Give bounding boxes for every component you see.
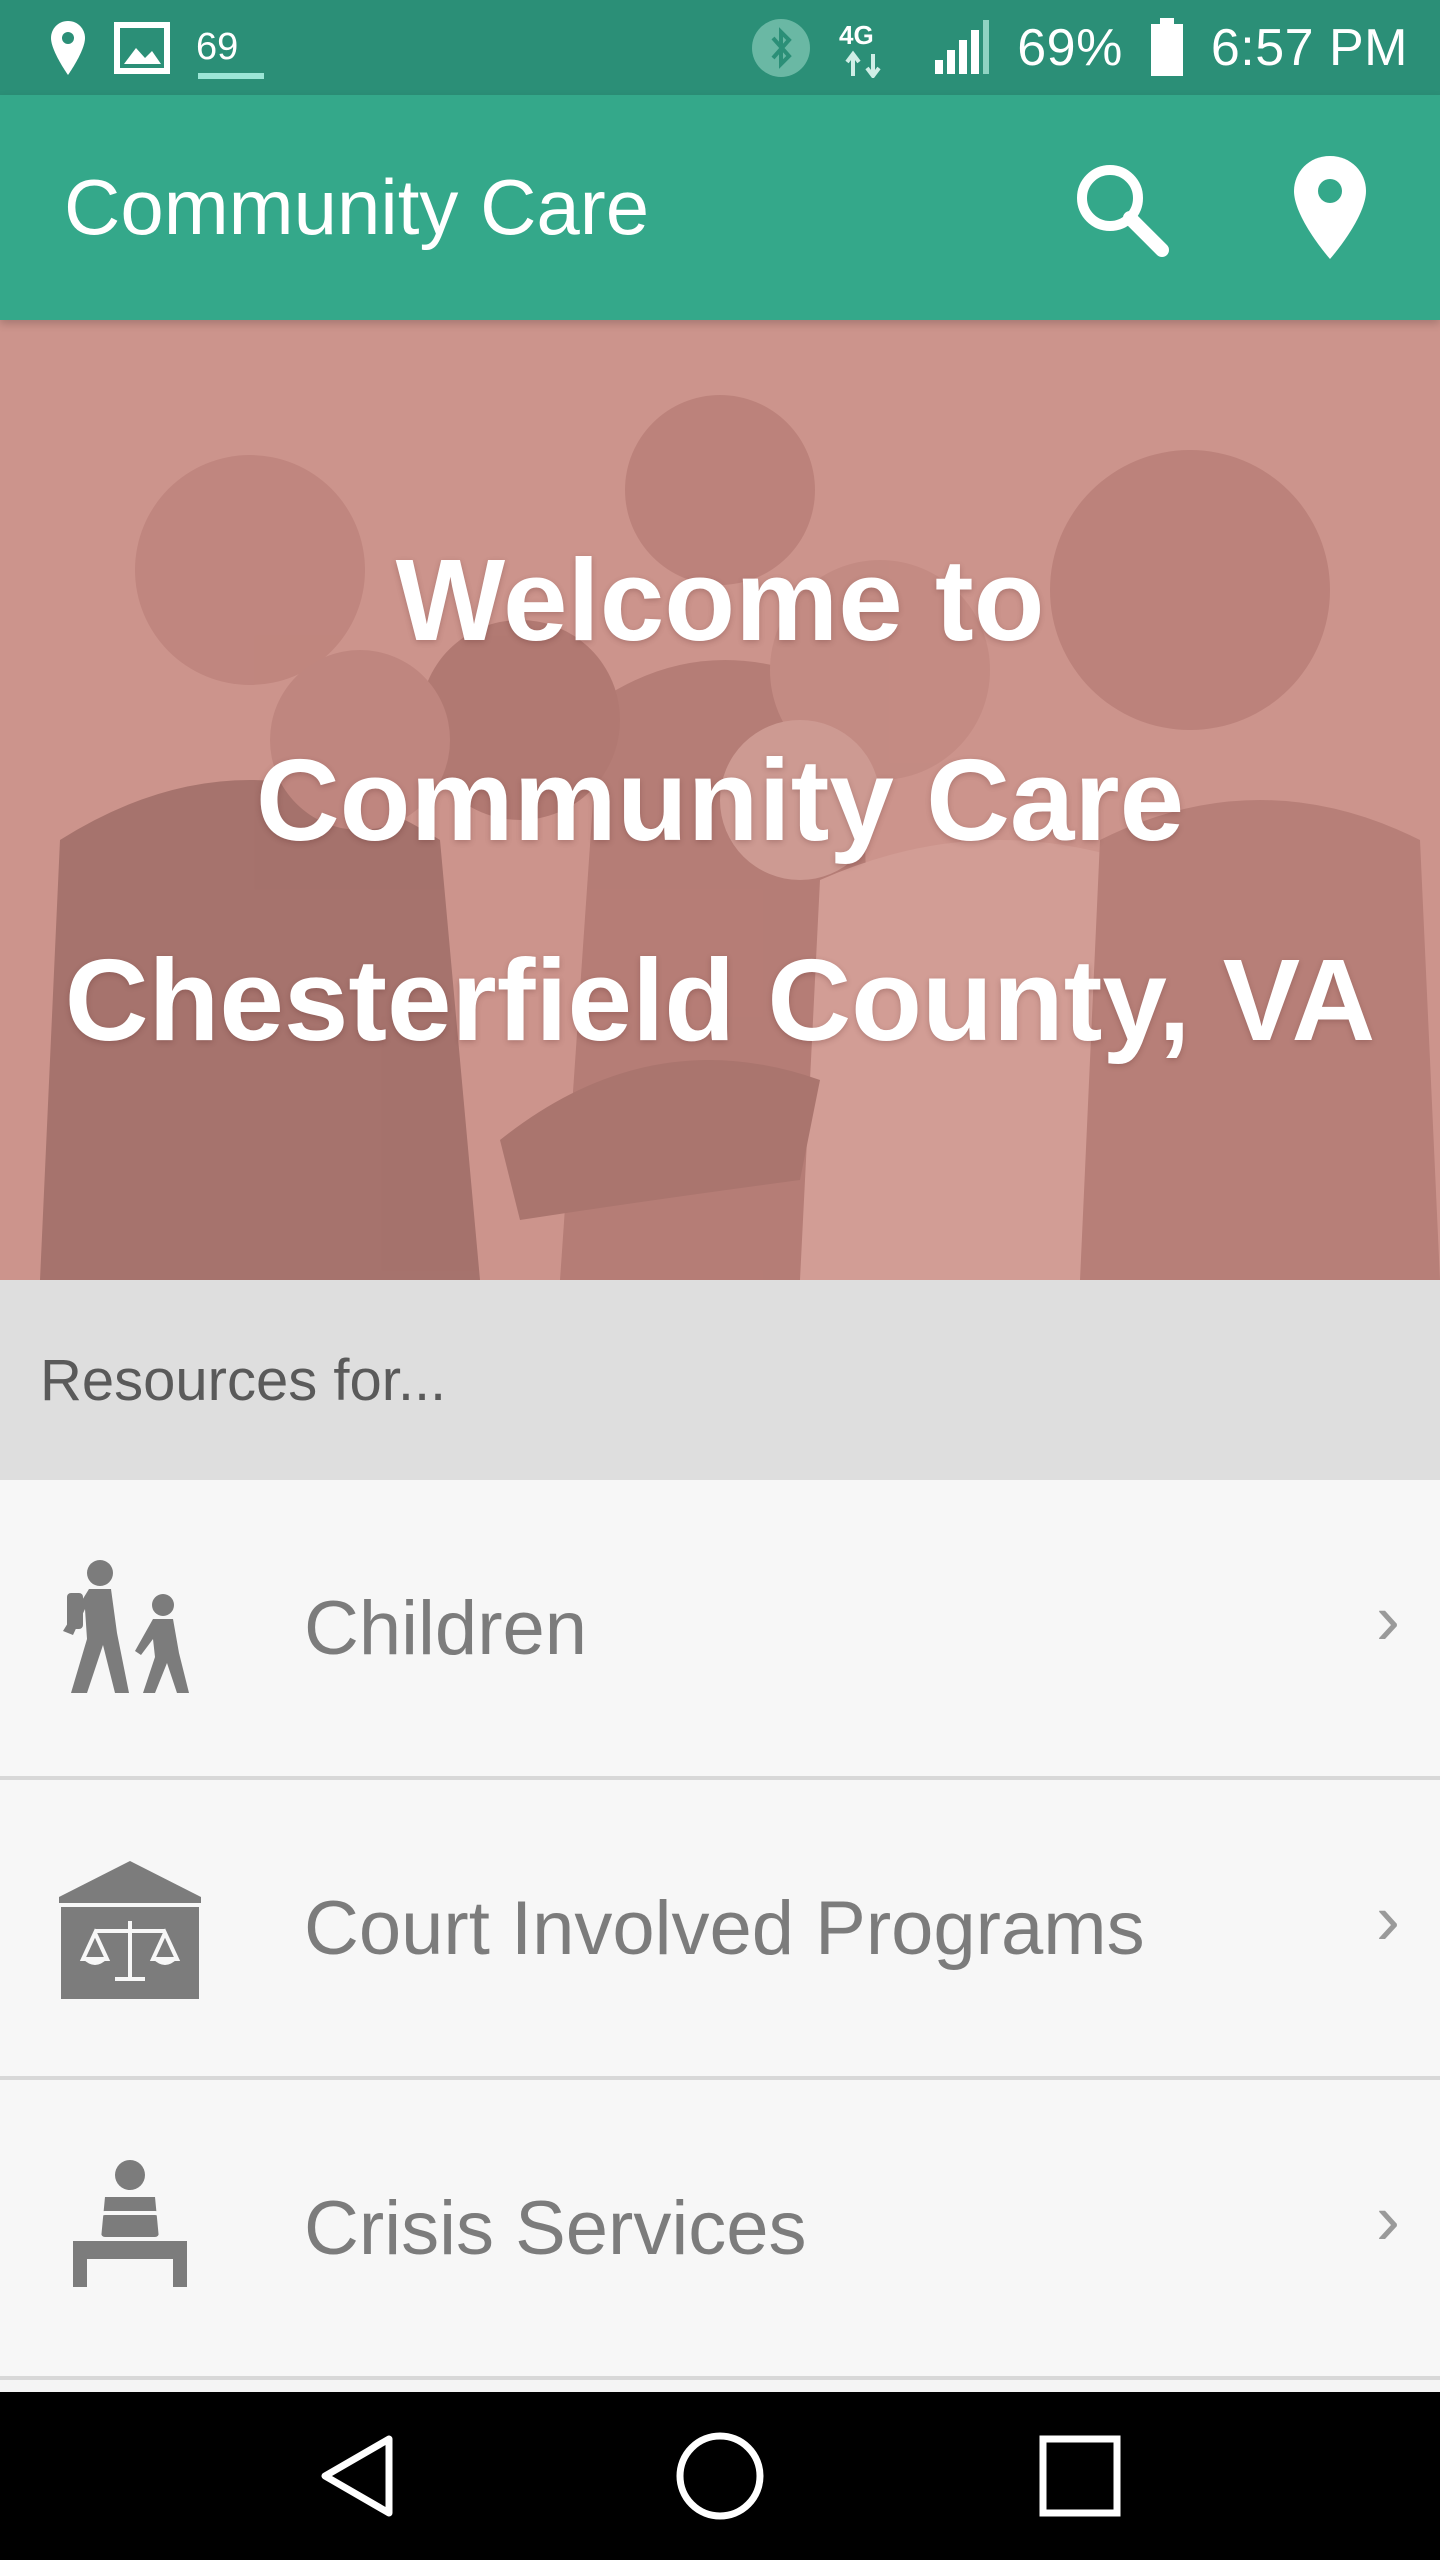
list-item-label: Crisis Services (304, 2185, 807, 2271)
location-pin-icon (1294, 155, 1366, 259)
list-item-label: Court Involved Programs (304, 1885, 1145, 1971)
hero-line-1: Welcome to (395, 535, 1045, 665)
bluetooth-icon (751, 18, 811, 78)
battery-percent: 69% (1017, 18, 1123, 77)
search-icon (1077, 164, 1169, 257)
list-item-children[interactable]: Children › (0, 1480, 1440, 1780)
hero-line-3: Chesterfield County, VA (64, 935, 1376, 1065)
resources-section-header: Resources for... (0, 1280, 1440, 1480)
app-title: Community Care (64, 163, 650, 251)
crisis-person-icon (40, 2138, 220, 2318)
hero-welcome-text: Welcome to Community Care Chesterfield C… (0, 320, 1440, 1280)
signal-strength-icon (933, 19, 991, 76)
recents-icon (1039, 2435, 1121, 2517)
notification-count: 69 (196, 26, 264, 79)
list-item-label: Children (304, 1585, 588, 1671)
nav-home-button[interactable] (650, 2406, 790, 2546)
list-item-crisis-services[interactable]: Crisis Services › (0, 2080, 1440, 2380)
hero-banner: Welcome to Community Care Chesterfield C… (0, 320, 1440, 1280)
chevron-right-icon: › (1376, 1579, 1400, 1660)
location-icon (48, 19, 88, 77)
network-type-icon: 4G (837, 18, 907, 78)
status-bar: 69 4G 69% 6:57 PM (0, 0, 1440, 95)
image-notification-icon (114, 21, 170, 74)
resources-list: Children › Court Involved Programs › Cri… (0, 1480, 1440, 2380)
home-icon (676, 2432, 764, 2520)
list-item-court-involved-programs[interactable]: Court Involved Programs › (0, 1780, 1440, 2080)
system-navigation-bar (0, 2392, 1440, 2560)
hero-line-2: Community Care (255, 735, 1185, 865)
app-bar: Community Care (0, 95, 1440, 320)
map-location-button[interactable] (1270, 148, 1390, 268)
svg-text:4G: 4G (839, 20, 874, 50)
resources-header-label: Resources for... (40, 1347, 447, 1413)
battery-icon (1149, 17, 1185, 78)
nav-recents-button[interactable] (1010, 2406, 1150, 2546)
nav-back-button[interactable] (290, 2406, 430, 2546)
clock: 6:57 PM (1210, 18, 1408, 77)
search-button[interactable] (1060, 148, 1180, 268)
courthouse-scales-icon (40, 1838, 220, 2018)
children-walking-icon (40, 1538, 220, 1718)
chevron-right-icon: › (1376, 1879, 1400, 1960)
chevron-right-icon: › (1376, 2179, 1400, 2260)
back-icon (321, 2435, 393, 2517)
